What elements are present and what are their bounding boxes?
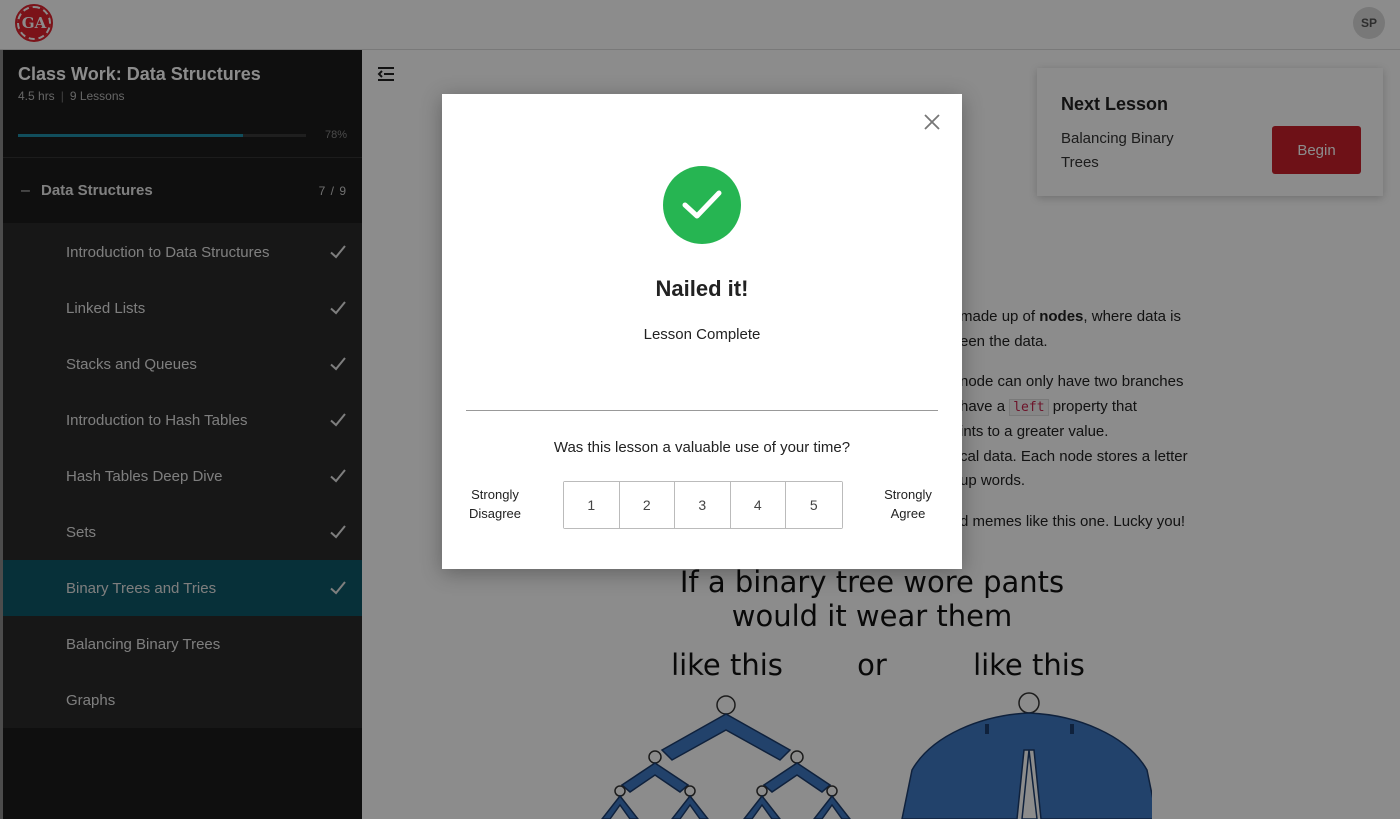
rating-option-1[interactable]: 1 xyxy=(564,482,620,528)
scale-low-label: Strongly Disagree xyxy=(468,487,522,521)
scale-high-label: Strongly Agree xyxy=(884,487,932,521)
survey-question: Was this lesson a valuable use of your t… xyxy=(553,439,851,456)
success-check-icon xyxy=(663,166,741,244)
rating-option-5[interactable]: 5 xyxy=(786,482,842,528)
rating-option-4[interactable]: 4 xyxy=(730,482,786,528)
modal-subtitle: Lesson Complete xyxy=(643,326,761,343)
modal-title: Nailed it! xyxy=(655,276,749,301)
divider xyxy=(466,410,938,411)
close-icon[interactable] xyxy=(922,112,942,132)
lesson-complete-modal: Nailed it! Lesson Complete Was this less… xyxy=(442,94,962,569)
rating-option-2[interactable]: 2 xyxy=(619,482,675,528)
rating-option-3[interactable]: 3 xyxy=(675,482,731,528)
rating-scale: 12345 xyxy=(563,481,843,529)
